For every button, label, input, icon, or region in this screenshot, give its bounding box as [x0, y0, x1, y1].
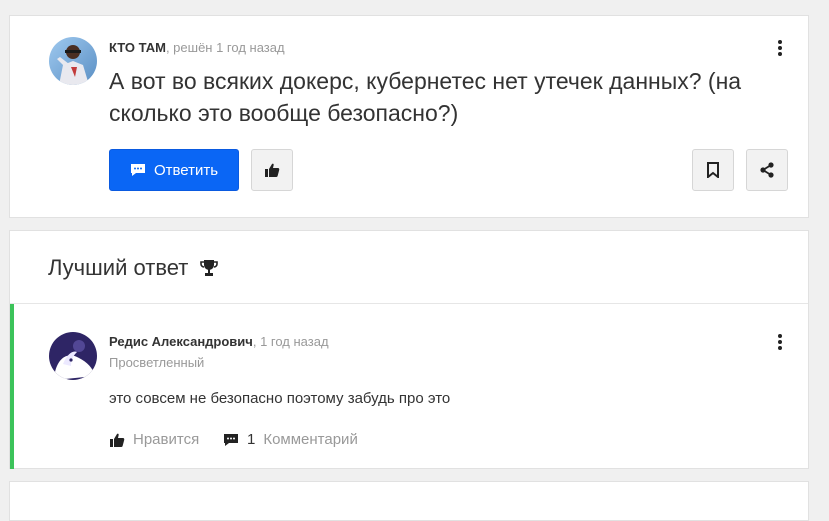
- answer-author-avatar[interactable]: [49, 332, 97, 380]
- question-meta: КТО ТАМ, решён 1 год назад: [109, 40, 285, 55]
- answer-meta-time: , 1 год назад: [252, 334, 329, 349]
- bookmark-icon: [707, 162, 719, 178]
- best-answer-heading: Лучший ответ: [48, 255, 219, 281]
- answer-text: это совсем не безопасно поэтому забудь п…: [109, 390, 451, 407]
- avatar-image: [49, 332, 97, 380]
- reply-button-label: Ответить: [153, 161, 219, 179]
- answer-like-label: Нравится: [133, 431, 200, 448]
- reply-button[interactable]: Ответить: [109, 149, 239, 191]
- thumbs-up-icon: [110, 433, 125, 447]
- best-answer-title: Лучший ответ: [48, 255, 189, 280]
- question-author-avatar[interactable]: [49, 37, 97, 85]
- best-answer-card: Лучший ответ Редис Александрович, 1 год …: [9, 230, 809, 469]
- answer-comment-label: Комментарий: [263, 431, 358, 448]
- share-button[interactable]: [746, 149, 788, 191]
- thumbs-up-icon: [265, 163, 280, 177]
- answer-author-level: Просветленный: [109, 355, 205, 370]
- question-card: КТО ТАМ, решён 1 год назад А вот во всяк…: [9, 15, 809, 218]
- bookmark-button[interactable]: [692, 149, 734, 191]
- answer-comment-count: 1: [247, 431, 256, 448]
- question-author-name[interactable]: КТО ТАМ: [109, 40, 166, 55]
- answer-author-name[interactable]: Редис Александрович: [109, 334, 253, 349]
- comment-icon: [224, 433, 238, 446]
- question-more-icon[interactable]: [770, 36, 790, 60]
- question-title: А вот во всяких докерс, кубернетес нет у…: [109, 68, 742, 126]
- answer-comments-button[interactable]: 1 Комментарий: [223, 431, 358, 448]
- answer-meta: Редис Александрович, 1 год назад: [109, 334, 329, 349]
- avatar-image: [49, 37, 97, 85]
- answer-more-icon[interactable]: [770, 330, 790, 354]
- question-meta-time: , решён 1 год назад: [165, 40, 285, 55]
- next-answer-card: [9, 481, 809, 521]
- share-icon: [760, 162, 774, 178]
- like-button[interactable]: [251, 149, 293, 191]
- divider: [10, 303, 808, 304]
- comment-icon: [130, 164, 145, 176]
- trophy-icon: [200, 260, 219, 276]
- answer-like-button[interactable]: Нравится: [109, 431, 199, 448]
- best-answer-accent-bar: [10, 304, 14, 469]
